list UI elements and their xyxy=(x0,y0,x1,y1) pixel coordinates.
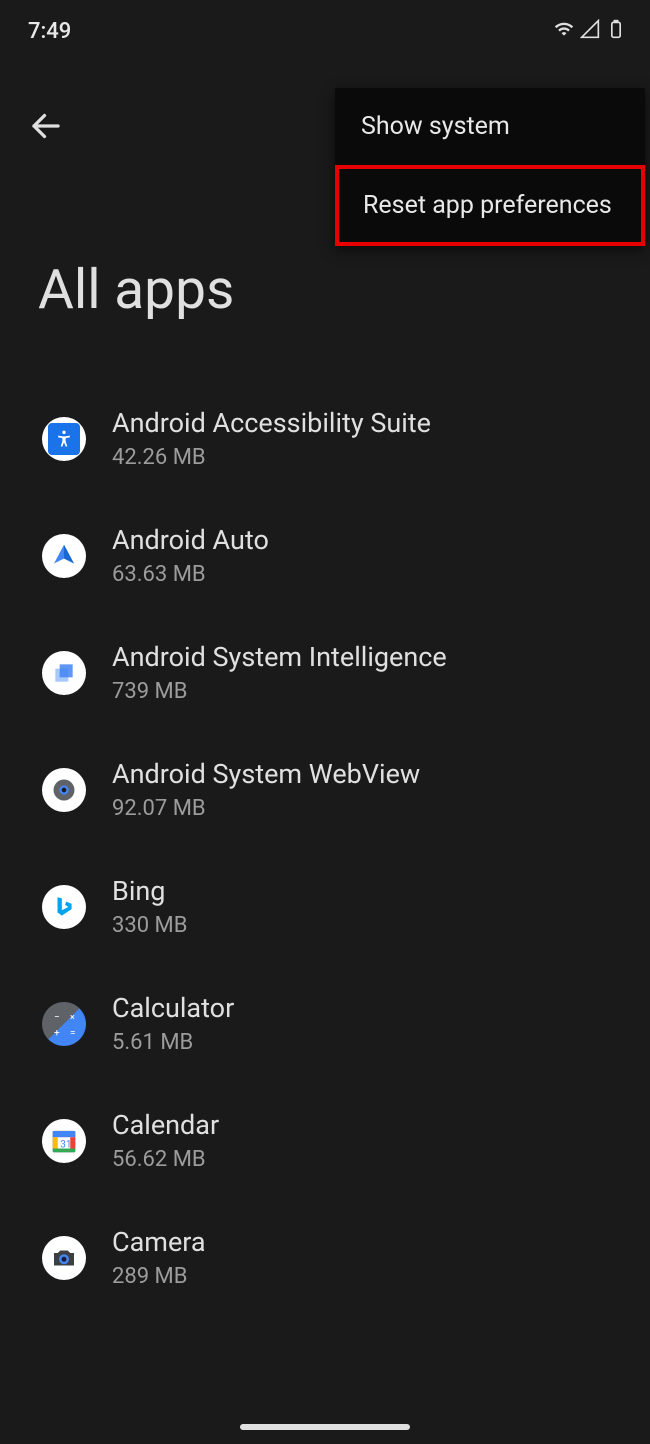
app-name: Calendar xyxy=(112,1109,219,1141)
app-size: 92.07 MB xyxy=(112,796,420,821)
app-icon-sysintel xyxy=(42,651,86,695)
app-list: Android Accessibility Suite 42.26 MB And… xyxy=(0,380,650,1316)
overflow-menu: Show system Reset app preferences xyxy=(335,88,645,246)
app-icon-camera xyxy=(42,1236,86,1280)
app-icon-auto xyxy=(42,534,86,578)
app-icon-bing xyxy=(42,885,86,929)
app-name: Android Auto xyxy=(112,524,269,556)
app-name: Bing xyxy=(112,875,187,907)
app-name: Android System Intelligence xyxy=(112,641,447,673)
app-row-accessibility[interactable]: Android Accessibility Suite 42.26 MB xyxy=(0,380,650,497)
svg-text:+: + xyxy=(54,1028,60,1039)
svg-text:=: = xyxy=(70,1028,76,1039)
page-title: All apps xyxy=(38,258,234,322)
app-name: Calculator xyxy=(112,992,234,1024)
app-row-calendar[interactable]: 31 Calendar 56.62 MB xyxy=(0,1082,650,1199)
app-row-bing[interactable]: Bing 330 MB xyxy=(0,848,650,965)
menu-item-label: Show system xyxy=(361,112,510,141)
app-size: 42.26 MB xyxy=(112,445,431,470)
app-name: Android System WebView xyxy=(112,758,420,790)
back-button[interactable] xyxy=(28,108,64,148)
app-size: 330 MB xyxy=(112,913,187,938)
app-icon-calendar: 31 xyxy=(42,1119,86,1163)
app-size: 63.63 MB xyxy=(112,562,269,587)
wifi-icon xyxy=(554,19,574,43)
status-time: 7:49 xyxy=(28,19,71,44)
status-icons xyxy=(554,19,626,43)
app-name: Android Accessibility Suite xyxy=(112,407,431,439)
status-bar: 7:49 xyxy=(0,0,650,50)
battery-icon xyxy=(606,19,626,43)
app-size: 56.62 MB xyxy=(112,1147,219,1172)
svg-text:31: 31 xyxy=(60,1139,71,1150)
app-row-camera[interactable]: Camera 289 MB xyxy=(0,1199,650,1316)
app-size: 5.61 MB xyxy=(112,1030,234,1055)
app-icon-calculator: − × + = xyxy=(42,1002,86,1046)
app-size: 289 MB xyxy=(112,1264,206,1289)
app-row-sysintel[interactable]: Android System Intelligence 739 MB xyxy=(0,614,650,731)
svg-text:×: × xyxy=(70,1013,75,1023)
app-icon-accessibility xyxy=(42,417,86,461)
menu-item-reset-preferences[interactable]: Reset app preferences xyxy=(335,165,645,246)
menu-item-label: Reset app preferences xyxy=(363,191,612,220)
app-row-calculator[interactable]: − × + = Calculator 5.61 MB xyxy=(0,965,650,1082)
app-row-webview[interactable]: Android System WebView 92.07 MB xyxy=(0,731,650,848)
app-row-auto[interactable]: Android Auto 63.63 MB xyxy=(0,497,650,614)
svg-text:−: − xyxy=(54,1012,60,1023)
app-name: Camera xyxy=(112,1226,206,1258)
signal-icon xyxy=(580,19,600,43)
menu-item-show-system[interactable]: Show system xyxy=(335,88,645,165)
home-indicator[interactable] xyxy=(240,1424,410,1430)
app-size: 739 MB xyxy=(112,679,447,704)
app-icon-webview xyxy=(42,768,86,812)
